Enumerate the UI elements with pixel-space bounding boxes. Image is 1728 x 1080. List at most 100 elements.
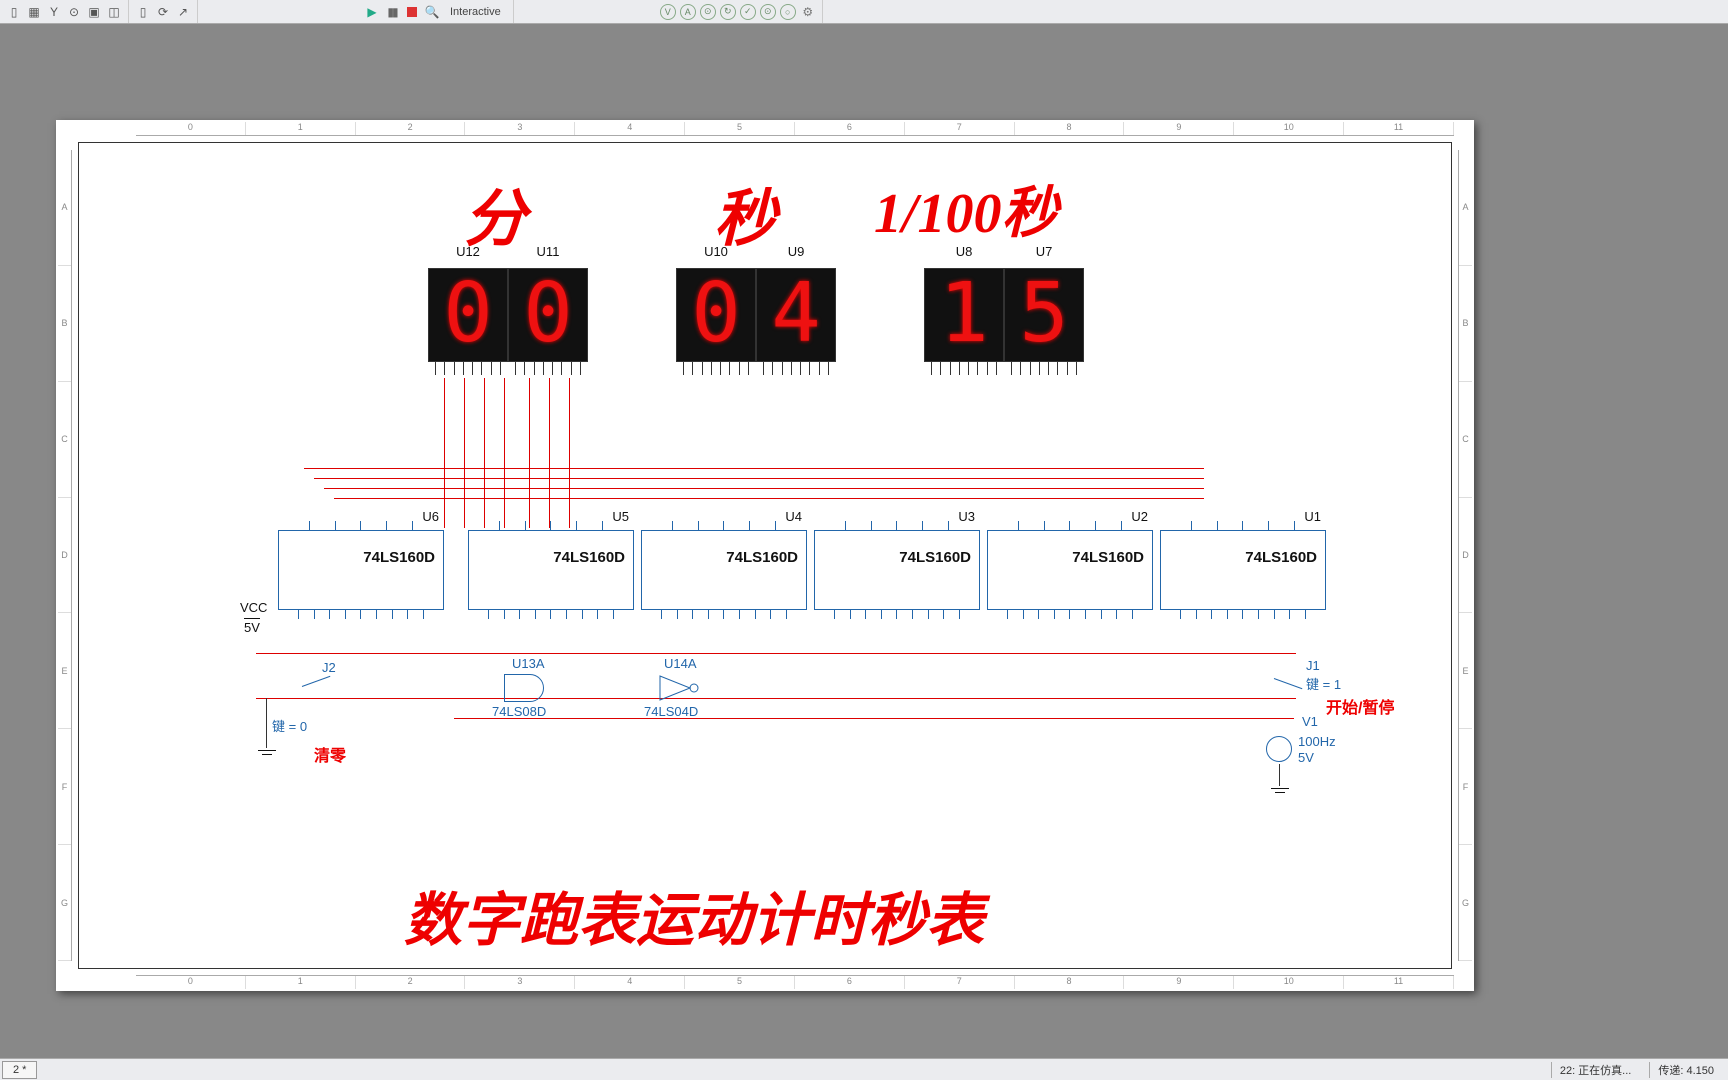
vcc-label: VCC <box>240 600 267 615</box>
chip-type: 74LS160D <box>1072 549 1144 566</box>
pause-button[interactable]: ▮▮ <box>382 2 402 22</box>
main-toolbar: ▯ ▦ Y ⊙ ▣ ◫ ▯ ⟳ ↗ ▶ ▮▮ 🔍 Interactive V A… <box>0 0 1728 24</box>
ground-icon <box>258 750 276 762</box>
seven-seg[interactable] <box>508 268 588 362</box>
probe-icon[interactable]: ○ <box>780 4 796 20</box>
ruler-bottom: 01234567891011 <box>136 975 1454 989</box>
seven-seg[interactable] <box>1004 268 1084 362</box>
wire <box>256 698 1296 699</box>
wire <box>504 378 505 528</box>
ruler-left: ABCDEFG <box>58 150 72 961</box>
probe-icon[interactable]: ⊙ <box>760 4 776 20</box>
ref-label: U11 <box>508 244 588 259</box>
wire <box>266 698 267 748</box>
wire <box>484 378 485 528</box>
tool-icon[interactable]: ↗ <box>173 2 193 22</box>
tool-icon[interactable]: ▯ <box>4 2 24 22</box>
sheet-tab[interactable]: 2 * <box>2 1061 37 1079</box>
ref-label: U8 <box>924 244 1004 259</box>
probe-icon[interactable]: 🔍 <box>422 2 442 22</box>
5v-label: 5V <box>244 618 260 635</box>
header-centisec: 1/100秒 <box>874 168 1058 249</box>
chip-type: 74LS160D <box>899 549 971 566</box>
v1-ref: V1 <box>1302 714 1318 729</box>
tool-icon[interactable]: ⟳ <box>153 2 173 22</box>
wire <box>569 378 570 528</box>
counter-chip-u4[interactable]: U4 74LS160D <box>641 530 807 610</box>
seven-seg[interactable] <box>428 268 508 362</box>
status-bar: 2 * 22: 正在仿真... 传递: 4.150 <box>0 1058 1728 1080</box>
chip-type: 74LS160D <box>553 549 625 566</box>
j2-ref: J2 <box>322 660 336 675</box>
probe-a-icon[interactable]: A <box>680 4 696 20</box>
j1-ref: J1 <box>1306 658 1320 673</box>
schematic-title: 数字跑表运动计时秒表 <box>404 873 984 957</box>
counter-chip-u5[interactable]: U5 74LS160D <box>468 530 634 610</box>
switch-j2[interactable] <box>302 686 332 687</box>
probe-icon[interactable]: ✓ <box>740 4 756 20</box>
ref-label: U10 <box>676 244 756 259</box>
seven-seg[interactable] <box>756 268 836 362</box>
j1-key: 键 = 1 <box>1306 674 1341 693</box>
u14a-type: 74LS04D <box>644 704 698 719</box>
v1-freq: 100Hz <box>1298 734 1336 749</box>
probe-v-icon[interactable]: V <box>660 4 676 20</box>
u13a-type: 74LS08D <box>492 704 546 719</box>
wire <box>1279 764 1280 786</box>
interactive-label: Interactive <box>442 6 509 18</box>
wire <box>444 378 445 528</box>
display-centisec: U8 U7 <box>924 268 1084 367</box>
not-gate[interactable] <box>658 674 702 702</box>
tool-icon[interactable]: ▯ <box>133 2 153 22</box>
probe-icon[interactable]: ↻ <box>720 4 736 20</box>
stop-button[interactable] <box>407 7 417 17</box>
tool-icon[interactable]: ▣ <box>84 2 104 22</box>
display-minutes: U12 U11 <box>428 268 588 367</box>
tool-icon[interactable]: ◫ <box>104 2 124 22</box>
ref-label: U12 <box>428 244 508 259</box>
ruler-top: 01234567891011 <box>136 122 1454 136</box>
probe-icon[interactable]: ⊙ <box>700 4 716 20</box>
chip-type: 74LS160D <box>726 549 798 566</box>
wire <box>549 378 550 528</box>
seven-seg[interactable] <box>676 268 756 362</box>
display-seconds: U10 U9 <box>676 268 836 367</box>
switch-j1[interactable] <box>1274 678 1304 679</box>
schematic-canvas[interactable]: 01234567891011 01234567891011 ABCDEFG AB… <box>0 24 1728 1052</box>
tran-status: 传递: 4.150 <box>1649 1062 1722 1078</box>
wire <box>529 378 530 528</box>
and-gate[interactable] <box>504 674 544 702</box>
wire <box>454 718 1294 719</box>
ruler-right: ABCDEFG <box>1458 150 1472 961</box>
tool-icon[interactable]: Y <box>44 2 64 22</box>
j2-key: 键 = 0 <box>272 716 307 735</box>
counter-chip-u6[interactable]: U6 74LS160D <box>278 530 444 610</box>
ref-label: U9 <box>756 244 836 259</box>
wire <box>334 498 1204 499</box>
seven-seg[interactable] <box>924 268 1004 362</box>
tool-icon[interactable]: ▦ <box>24 2 44 22</box>
voltage-source[interactable] <box>1266 736 1292 762</box>
schematic-page: 01234567891011 01234567891011 ABCDEFG AB… <box>56 120 1474 991</box>
wire <box>314 478 1204 479</box>
sim-status: 22: 正在仿真... <box>1551 1062 1640 1078</box>
chip-type: 74LS160D <box>1245 549 1317 566</box>
chip-type: 74LS160D <box>363 549 435 566</box>
settings-icon[interactable]: ⚙ <box>798 2 818 22</box>
wire <box>324 488 1204 489</box>
tool-icon[interactable]: ⊙ <box>64 2 84 22</box>
j2-label: 清零 <box>314 742 346 766</box>
ref-label: U7 <box>1004 244 1084 259</box>
u14a-ref: U14A <box>664 656 697 671</box>
wire <box>256 653 1296 654</box>
wire <box>304 468 1204 469</box>
ground-icon <box>1271 788 1289 800</box>
v1-volt: 5V <box>1298 750 1314 765</box>
counter-chip-u2[interactable]: U2 74LS160D <box>987 530 1153 610</box>
counter-chip-u1[interactable]: U1 74LS160D <box>1160 530 1326 610</box>
u13a-ref: U13A <box>512 656 545 671</box>
wire <box>464 378 465 528</box>
j1-label: 开始/暂停 <box>1326 694 1394 718</box>
counter-chip-u3[interactable]: U3 74LS160D <box>814 530 980 610</box>
run-button[interactable]: ▶ <box>362 2 382 22</box>
